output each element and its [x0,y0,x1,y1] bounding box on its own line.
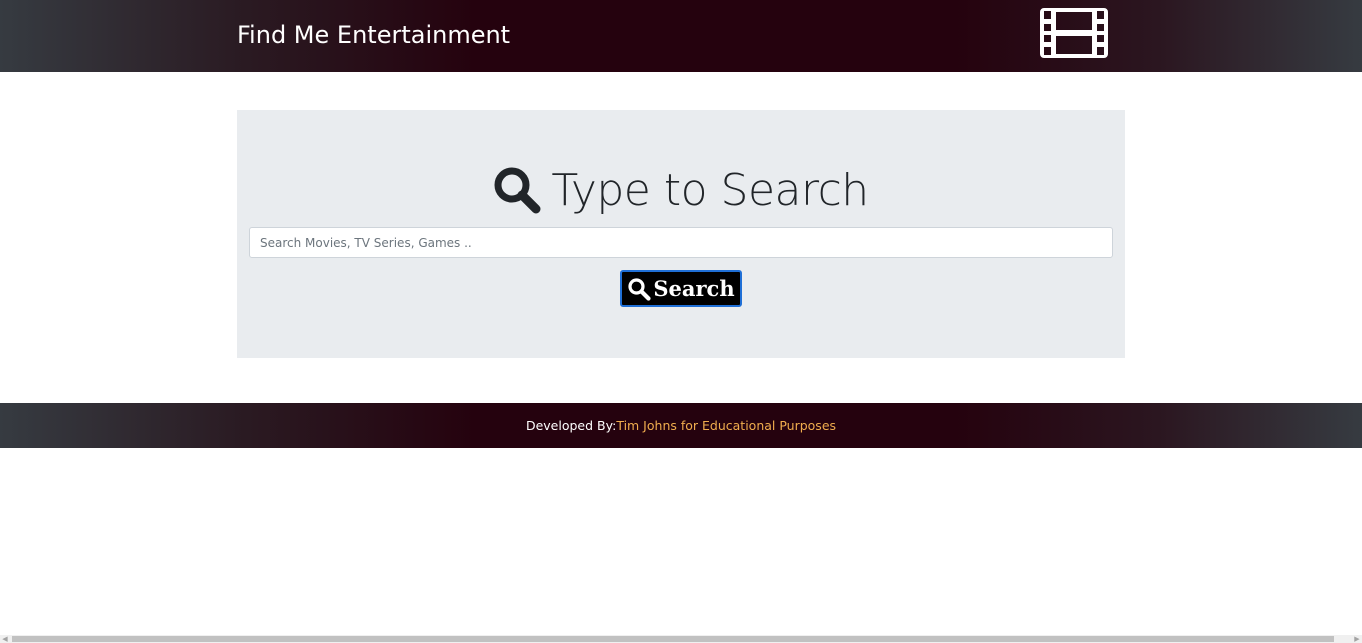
scroll-right-icon[interactable]: ▶ [1352,635,1362,643]
footer-label: Developed By: [525,418,617,433]
scroll-left-icon[interactable]: ◀ [0,635,10,643]
search-button[interactable]: Search [620,270,742,307]
search-heading: Type to Search [0,160,1362,220]
search-heading-text: Type to Search [551,164,869,216]
horizontal-scrollbar[interactable]: ◀ ▶ [0,635,1362,643]
footer: Developed By: Tim Johns for Educational P… [0,403,1362,448]
navbar: Find Me Entertainment [0,0,1362,72]
search-icon [628,277,651,301]
footer-credit-link[interactable]: Tim Johns for Educational Purposes [616,418,836,433]
search-icon [493,166,541,214]
search-input[interactable] [249,227,1113,258]
search-button-label: Search [653,276,735,301]
film-icon [1040,8,1108,58]
scrollbar-thumb[interactable] [12,636,1334,642]
brand-link[interactable]: Find Me Entertainment [237,18,510,52]
